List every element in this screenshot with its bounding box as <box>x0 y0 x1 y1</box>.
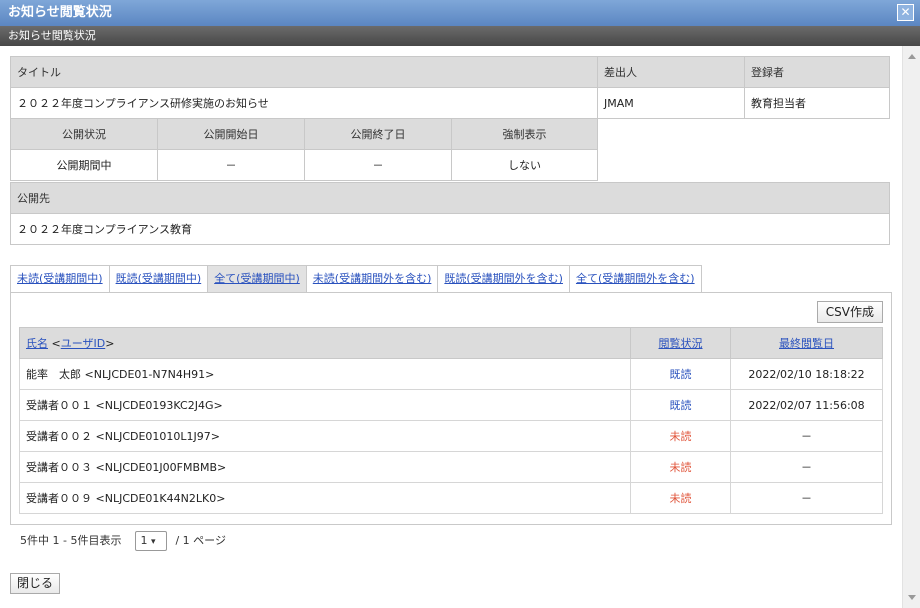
table-row: 受講者００２ <NLJCDE01010L1J97> 未読 － <box>19 420 883 452</box>
pager: 5件中 1 - 5件目表示 1 ▾ / 1 ページ <box>20 530 226 552</box>
table-row: 受講者００３ <NLJCDE01J00FMBMB> 未読 － <box>19 451 883 483</box>
scroll-down-icon[interactable] <box>908 595 916 600</box>
status-label: 公開状況 <box>10 118 158 150</box>
status-value: 公開期間中 <box>10 149 158 181</box>
user-name: 受講者００１ <NLJCDE0193KC2J4G> <box>19 389 631 421</box>
date-column-header: 最終閲覧日 <box>730 327 883 359</box>
tab-panel: CSV作成 氏名 <ユーザID> 閲覧状況 最終閲覧日 能率 太郎 <NLJCD… <box>10 292 892 525</box>
sort-by-name-link[interactable]: 氏名 <box>26 337 48 350</box>
filter-tabs: 未読(受講期間中) 既読(受講期間中) 全て(受講期間中) 未読(受講期間外を含… <box>10 265 702 292</box>
pager-total: / 1 ページ <box>175 534 226 547</box>
pager-summary: 5件中 1 - 5件目表示 <box>20 534 122 547</box>
scrollbar[interactable] <box>902 46 920 608</box>
window: お知らせ閲覧状況 ✕ お知らせ閲覧状況 タイトル 差出人 登録者 ２０２２年度コ… <box>0 0 920 608</box>
notice-info-table: タイトル 差出人 登録者 ２０２２年度コンプライアンス研修実施のお知らせ JMA… <box>10 56 890 119</box>
read-status: 未読 <box>630 451 731 483</box>
page-select-value: 1 <box>140 534 148 547</box>
table-row: 受講者００１ <NLJCDE0193KC2J4G> 既読 2022/02/07 … <box>19 389 883 421</box>
tab-all-in-period[interactable]: 全て(受講期間中) <box>207 265 307 292</box>
target-value: ２０２２年度コンプライアンス教育 <box>10 213 890 245</box>
status-column-header: 閲覧状況 <box>630 327 731 359</box>
end-date-label: 公開終了日 <box>304 118 452 150</box>
tab-all-all[interactable]: 全て(受講期間外を含む) <box>568 265 702 292</box>
window-title: お知らせ閲覧状況 <box>0 0 920 26</box>
sort-by-date-link[interactable]: 最終閲覧日 <box>779 337 834 350</box>
sender-value: JMAM <box>597 87 745 119</box>
title-value: ２０２２年度コンプライアンス研修実施のお知らせ <box>10 87 598 119</box>
user-name: 受講者００９ <NLJCDE01K44N2LK0> <box>19 482 631 514</box>
target-label: 公開先 <box>10 182 890 214</box>
start-date-label: 公開開始日 <box>157 118 305 150</box>
close-button[interactable]: 閉じる <box>10 573 61 594</box>
table-row: 能率 太郎 <NLJCDE01-N7N4H91> 既読 2022/02/10 1… <box>19 358 883 390</box>
tab-read-in-period[interactable]: 既読(受講期間中) <box>108 265 209 292</box>
table-row: 受講者００９ <NLJCDE01K44N2LK0> 未読 － <box>19 482 883 514</box>
user-name: 受講者００２ <NLJCDE01010L1J97> <box>19 420 631 452</box>
sort-by-userid-link[interactable]: ユーザID <box>61 337 106 350</box>
tab-unread-all[interactable]: 未読(受講期間外を含む) <box>305 265 439 292</box>
last-read-date: － <box>730 482 883 514</box>
registrant-value: 教育担当者 <box>744 87 890 119</box>
sort-by-status-link[interactable]: 閲覧状況 <box>659 337 703 350</box>
last-read-date: － <box>730 451 883 483</box>
start-date-value: － <box>157 149 305 181</box>
publish-status-table: 公開状況 公開開始日 公開終了日 強制表示 公開期間中 － － しない <box>10 118 598 181</box>
last-read-date: 2022/02/10 18:18:22 <box>730 358 883 390</box>
force-display-value: しない <box>451 149 598 181</box>
registrant-label: 登録者 <box>744 56 890 88</box>
tab-unread-in-period[interactable]: 未読(受講期間中) <box>10 265 110 292</box>
sender-label: 差出人 <box>597 56 745 88</box>
user-name: 能率 太郎 <NLJCDE01-N7N4H91> <box>19 358 631 390</box>
page-select[interactable]: 1 ▾ <box>135 531 168 551</box>
force-display-label: 強制表示 <box>451 118 598 150</box>
read-status-table: 氏名 <ユーザID> 閲覧状況 最終閲覧日 能率 太郎 <NLJCDE01-N7… <box>19 327 883 514</box>
csv-export-button[interactable]: CSV作成 <box>816 301 883 323</box>
read-status: 既読 <box>630 389 731 421</box>
tab-read-all[interactable]: 既読(受講期間外を含む) <box>437 265 570 292</box>
last-read-date: 2022/02/07 11:56:08 <box>730 389 883 421</box>
scroll-up-icon[interactable] <box>908 54 916 59</box>
end-date-value: － <box>304 149 452 181</box>
read-status: 未読 <box>630 482 731 514</box>
target-table: 公開先 ２０２２年度コンプライアンス教育 <box>10 182 890 245</box>
read-status: 既読 <box>630 358 731 390</box>
title-label: タイトル <box>10 56 598 88</box>
window-subtitle: お知らせ閲覧状況 <box>0 26 920 46</box>
chevron-down-icon: ▾ <box>150 537 156 547</box>
read-status: 未読 <box>630 420 731 452</box>
user-name: 受講者００３ <NLJCDE01J00FMBMB> <box>19 451 631 483</box>
close-icon[interactable]: ✕ <box>897 4 914 21</box>
name-column-header: 氏名 <ユーザID> <box>19 327 631 359</box>
last-read-date: － <box>730 420 883 452</box>
